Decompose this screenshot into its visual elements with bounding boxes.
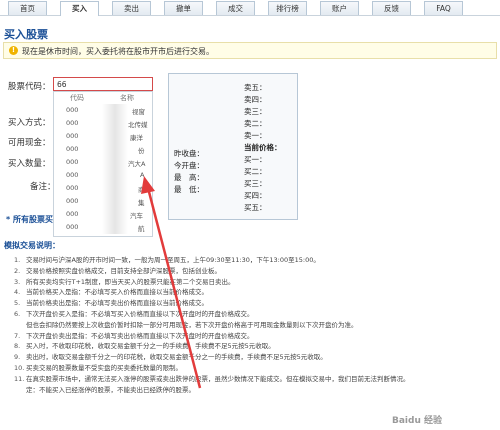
info-icon: !	[9, 46, 18, 55]
ask4-label: 卖四：	[244, 95, 267, 104]
footnote-hint: * 所有股票买	[6, 215, 53, 224]
tab-cancel[interactable]: 撤单	[164, 1, 203, 15]
bid2-label: 买二：	[244, 167, 267, 176]
rule-item: 11. 在真实股票市场中，通常无法买入涨停的股票或卖出跌停的股票，虽然少数情况下能…	[14, 374, 410, 383]
bid3-label: 买三：	[244, 179, 267, 188]
ask5-label: 卖五：	[244, 83, 267, 92]
tab-ranking[interactable]: 排行榜	[268, 1, 307, 15]
note-label: 备注：	[30, 182, 56, 192]
bid5-label: 买五：	[244, 203, 267, 212]
tab-deals[interactable]: 成交	[216, 1, 255, 15]
tab-sell[interactable]: 卖出	[112, 1, 151, 15]
current-price-label: 当前价格：	[244, 143, 282, 152]
tab-buy[interactable]: 买入	[60, 1, 99, 16]
stock-suggestion-dropdown: 代码 名称 000 视窗 000 北传媒 000 康洋 000 份 000 汽大A 000…	[53, 91, 153, 237]
rule-item: 4. 当前价格买入是指：不必填写买入价格而直接以当前价格成交。	[14, 288, 208, 297]
high-label: 最 高：	[174, 173, 204, 182]
rule-item: 7. 下次开盘价卖出是指：不必填写卖出价格而直接以下次开盘时的开盘价格成交。	[14, 331, 254, 340]
ask2-label: 卖二：	[244, 119, 267, 128]
tab-bar: 首页 买入 卖出 撤单 成交 排行榜 账户 反馈 FAQ	[0, 0, 500, 16]
rule-item: 2. 交易价格按照实盘价格成交，目前支持全部沪深股票，包括创业板。	[14, 266, 221, 275]
open-label: 今开盘：	[174, 161, 204, 170]
col-code-header: 代码	[70, 94, 84, 102]
low-label: 最 低：	[174, 185, 204, 194]
col-name-header: 名称	[120, 94, 134, 102]
prev-close-label: 昨收盘：	[174, 149, 204, 158]
cash-label: 可用现金：	[8, 138, 51, 148]
tab-account[interactable]: 账户	[320, 1, 359, 15]
bid1-label: 买一：	[244, 155, 267, 164]
market-closed-notice: ! 现在是休市时间，买入委托将在股市开市后进行交易。	[3, 42, 497, 59]
ask1-label: 卖一：	[244, 131, 267, 140]
rule-item: 3. 所有买卖均实行T+1制度，即当天买入的股票只能在第二个交易日卖出。	[14, 277, 235, 286]
rule-item: 6. 下次开盘价买入是指：不必填写买入价格而直接以下次开盘时的开盘价格成交。	[14, 309, 254, 318]
buy-type-label: 买入方式：	[8, 118, 51, 128]
tab-feedback[interactable]: 反馈	[372, 1, 411, 15]
quote-panel: 卖五： 卖四： 卖三： 卖二： 卖一： 当前价格： 买一： 买二： 买三： 买四…	[168, 73, 298, 220]
stock-code-label: 股票代码：	[8, 82, 51, 92]
rule-item: 1. 交易时间与沪深A股的开市时间一致，一般为周一至周五，上午09:30至11:3…	[14, 256, 320, 264]
dropdown-header: 代码 名称	[54, 93, 152, 103]
rule-item: 10. 买卖交易的股票数量不受实盘的买卖委托数量的限制。	[14, 363, 182, 372]
rule-item: 5. 当前价格卖出是指：不必填写卖出价格而直接以当前价格成交。	[14, 299, 208, 308]
stock-code-input[interactable]: 66	[53, 77, 153, 91]
quantity-label: 买入数量：	[8, 159, 51, 169]
page-title: 买入股票	[4, 28, 48, 41]
rule-item: 定：不能买入已经涨停的股票，不能卖出已经跌停的股票。	[26, 385, 195, 394]
notice-text: 现在是休市时间，买入委托将在股市开市后进行交易。	[22, 47, 214, 56]
rules-list: 1. 交易时间与沪深A股的开市时间一致，一般为周一至周五，上午09:30至11:3…	[14, 255, 494, 395]
ask3-label: 卖三：	[244, 107, 267, 116]
watermark-logo: Baidu 经验	[392, 416, 443, 426]
tab-faq[interactable]: FAQ	[424, 1, 463, 15]
bid4-label: 买四：	[244, 191, 267, 200]
rules-title: 模拟交易说明：	[4, 241, 60, 250]
blur-overlay	[102, 104, 128, 234]
rule-item: 8. 买入时，不收取印花税，收取交易金额千分之一的手续费，手续费不足5元按5元收取…	[14, 342, 275, 351]
rule-item: 9. 卖出时，收取交易金额千分之一的印花税，收取交易金额千分之一的手续费，手续费不…	[14, 353, 327, 362]
rule-item: 但也会扣除仍然要按上次收盘价暂时扣除一部分可用现金，若下次开盘价格高于可用现金数…	[26, 320, 358, 329]
tab-home[interactable]: 首页	[8, 1, 47, 15]
